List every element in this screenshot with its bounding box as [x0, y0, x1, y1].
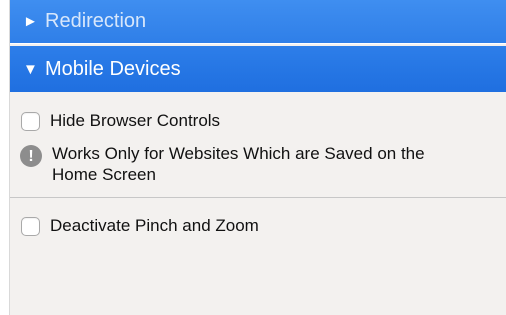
deactivate-pinch-zoom-checkbox[interactable]	[21, 216, 40, 236]
hide-browser-controls-checkbox[interactable]	[21, 111, 40, 131]
info-note: ! Works Only for Websites Which are Save…	[20, 143, 506, 185]
section-divider	[10, 197, 506, 198]
section-header-mobile-devices[interactable]: ▼ Mobile Devices	[10, 46, 506, 92]
section-title-redirection: Redirection	[45, 10, 147, 32]
deactivate-pinch-zoom-label: Deactivate Pinch and Zoom	[50, 216, 259, 235]
option-deactivate-pinch-zoom[interactable]: Deactivate Pinch and Zoom	[10, 214, 506, 238]
info-text-line2: Home Screen	[52, 165, 156, 184]
info-text-line1: Works Only for Websites Which are Saved …	[52, 144, 425, 163]
info-text: Works Only for Websites Which are Saved …	[52, 143, 506, 185]
collapse-arrow-icon: ▼	[23, 60, 38, 78]
section-title-mobile-devices: Mobile Devices	[45, 57, 181, 80]
option-hide-browser-controls[interactable]: Hide Browser Controls	[10, 109, 506, 133]
settings-panel: ► Redirection ▼ Mobile Devices Hide Brow…	[10, 0, 506, 315]
exclamation-icon: !	[20, 145, 42, 167]
expand-arrow-icon: ►	[23, 13, 38, 30]
section-header-redirection[interactable]: ► Redirection	[10, 0, 506, 44]
hide-browser-controls-label: Hide Browser Controls	[50, 111, 221, 130]
